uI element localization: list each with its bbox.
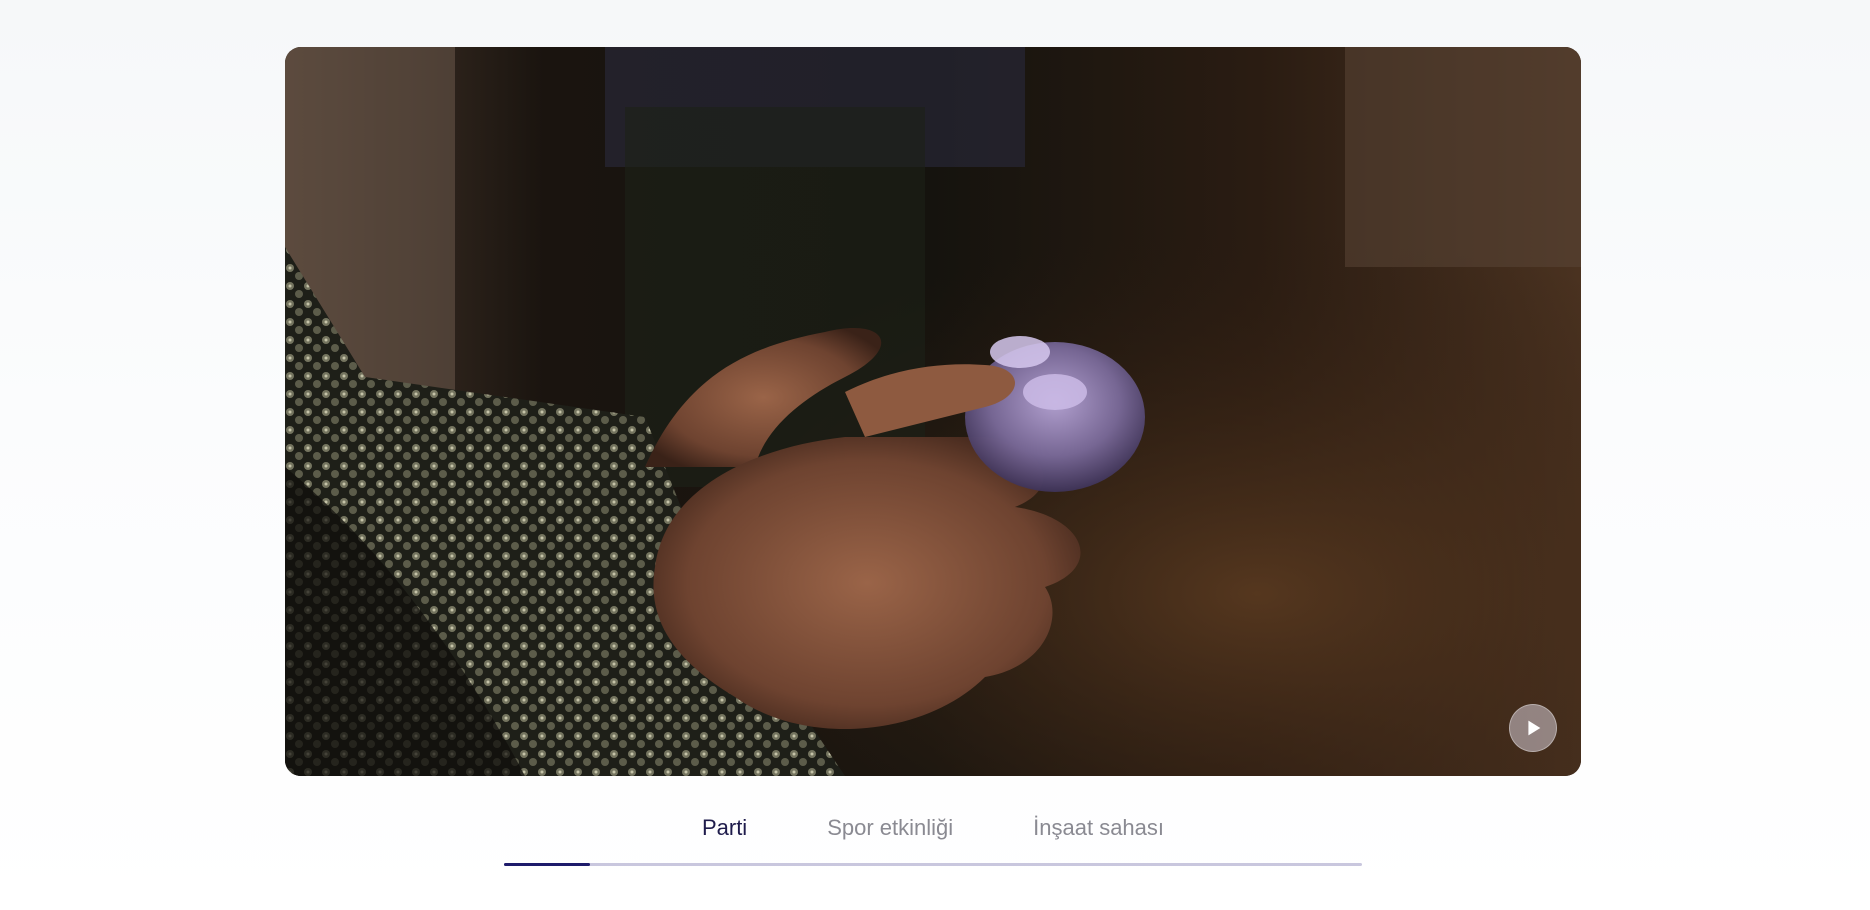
tab-progress-fill <box>504 863 590 866</box>
tab-list: Parti Spor etkinliği İnşaat sahası <box>504 808 1362 848</box>
tab-parti[interactable]: Parti <box>662 808 787 848</box>
tab-insaat-sahasi[interactable]: İnşaat sahası <box>993 808 1204 848</box>
tab-progress-track <box>504 863 1362 866</box>
play-icon <box>1528 720 1541 736</box>
tab-spor-etkinligi[interactable]: Spor etkinliği <box>787 808 993 848</box>
video-frame <box>285 47 1581 776</box>
video-player[interactable] <box>285 47 1581 776</box>
play-button[interactable] <box>1509 704 1557 752</box>
scenario-tabs: Parti Spor etkinliği İnşaat sahası <box>504 808 1362 868</box>
